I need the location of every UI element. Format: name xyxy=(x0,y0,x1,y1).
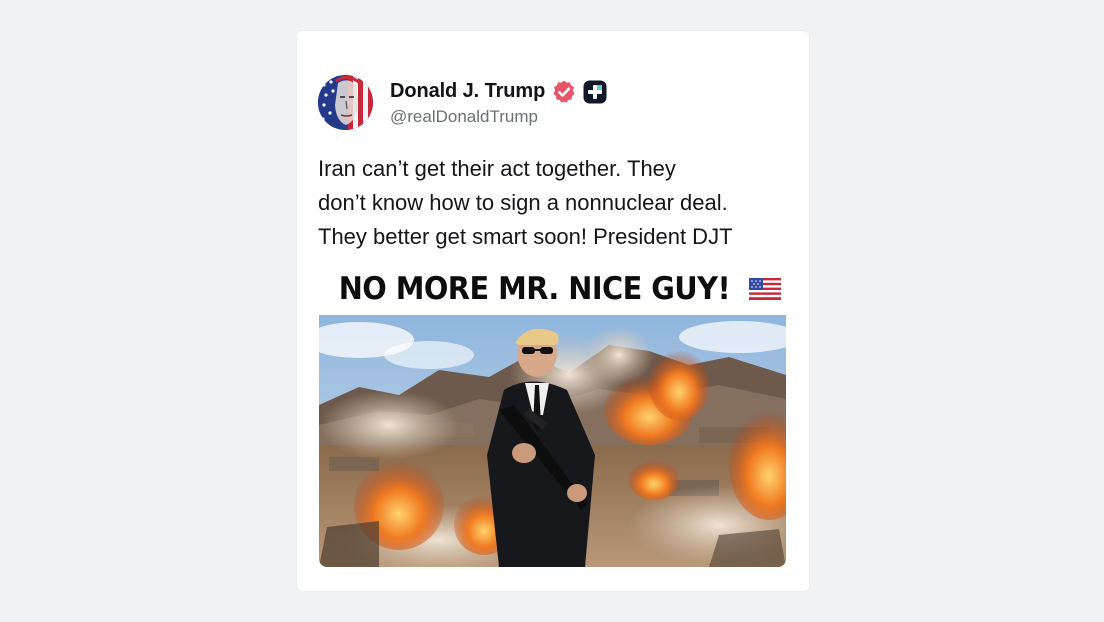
author-avatar[interactable] xyxy=(318,74,373,130)
desert-explosions-scene-image xyxy=(319,315,786,567)
post-card[interactable]: Donald J. Trump @realDonaldTrump Iran ca… xyxy=(297,31,809,591)
us-flag-icon xyxy=(748,278,781,300)
name-row: Donald J. Trump xyxy=(390,78,607,106)
post-body-text: Iran can’t get their act together. They … xyxy=(318,156,733,249)
american-flag-portrait-avatar-icon xyxy=(318,74,373,130)
post-media[interactable]: NO MORE MR. NICE GUY! xyxy=(319,263,786,567)
post-header: Donald J. Trump @realDonaldTrump xyxy=(318,74,607,130)
plus-badge-icon xyxy=(583,80,607,104)
verified-badge-icon xyxy=(551,79,577,105)
media-headline-row: NO MORE MR. NICE GUY! xyxy=(319,263,786,315)
author-names: Donald J. Trump @realDonaldTrump xyxy=(390,78,607,127)
author-display-name[interactable]: Donald J. Trump xyxy=(390,80,545,103)
media-headline: NO MORE MR. NICE GUY! xyxy=(338,271,731,307)
author-handle[interactable]: @realDonaldTrump xyxy=(390,107,607,127)
